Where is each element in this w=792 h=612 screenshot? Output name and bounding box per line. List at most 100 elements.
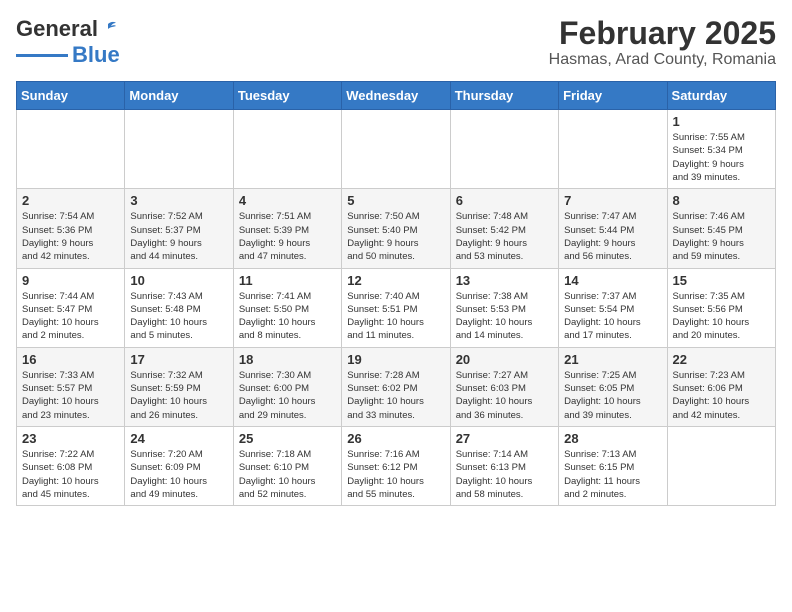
day-info: Sunrise: 7:38 AM Sunset: 5:53 PM Dayligh… xyxy=(456,290,553,343)
day-number: 10 xyxy=(130,273,227,288)
day-info: Sunrise: 7:48 AM Sunset: 5:42 PM Dayligh… xyxy=(456,210,553,263)
day-number: 20 xyxy=(456,352,553,367)
calendar-cell xyxy=(450,110,558,189)
calendar-cell: 6 Sunrise: 7:48 AM Sunset: 5:42 PM Daylig… xyxy=(450,189,558,268)
logo-underline xyxy=(16,54,68,57)
day-info: Sunrise: 7:16 AM Sunset: 6:12 PM Dayligh… xyxy=(347,448,444,501)
calendar-cell xyxy=(125,110,233,189)
day-info: Sunrise: 7:25 AM Sunset: 6:05 PM Dayligh… xyxy=(564,369,661,422)
day-number: 14 xyxy=(564,273,661,288)
calendar-cell: 8 Sunrise: 7:46 AM Sunset: 5:45 PM Daylig… xyxy=(667,189,775,268)
calendar-cell: 10 Sunrise: 7:43 AM Sunset: 5:48 PM Dayli… xyxy=(125,268,233,347)
day-number: 11 xyxy=(239,273,336,288)
calendar-cell: 22 Sunrise: 7:23 AM Sunset: 6:06 PM Dayli… xyxy=(667,347,775,426)
day-info: Sunrise: 7:22 AM Sunset: 6:08 PM Dayligh… xyxy=(22,448,119,501)
day-info: Sunrise: 7:52 AM Sunset: 5:37 PM Dayligh… xyxy=(130,210,227,263)
calendar-week-row: 23 Sunrise: 7:22 AM Sunset: 6:08 PM Dayli… xyxy=(17,426,776,505)
day-number: 22 xyxy=(673,352,770,367)
calendar-week-row: 16Sunrise: 7:33 AM Sunset: 5:57 PM Dayli… xyxy=(17,347,776,426)
page-header: General Blue February 2025 Hasmas, Arad … xyxy=(16,16,776,69)
calendar-cell: 27 Sunrise: 7:14 AM Sunset: 6:13 PM Dayli… xyxy=(450,426,558,505)
day-info: Sunrise: 7:27 AM Sunset: 6:03 PM Dayligh… xyxy=(456,369,553,422)
weekday-header-monday: Monday xyxy=(125,82,233,110)
calendar-cell: 12 Sunrise: 7:40 AM Sunset: 5:51 PM Dayli… xyxy=(342,268,450,347)
calendar-table: SundayMondayTuesdayWednesdayThursdayFrid… xyxy=(16,81,776,506)
day-info: Sunrise: 7:40 AM Sunset: 5:51 PM Dayligh… xyxy=(347,290,444,343)
calendar-cell: 24 Sunrise: 7:20 AM Sunset: 6:09 PM Dayli… xyxy=(125,426,233,505)
day-info: Sunrise: 7:32 AM Sunset: 5:59 PM Dayligh… xyxy=(130,369,227,422)
day-info: Sunrise: 7:46 AM Sunset: 5:45 PM Dayligh… xyxy=(673,210,770,263)
day-info: Sunrise: 7:37 AM Sunset: 5:54 PM Dayligh… xyxy=(564,290,661,343)
day-number: 5 xyxy=(347,193,444,208)
day-number: 19 xyxy=(347,352,444,367)
day-number: 23 xyxy=(22,431,119,446)
day-info: Sunrise: 7:13 AM Sunset: 6:15 PM Dayligh… xyxy=(564,448,661,501)
logo-bird-icon xyxy=(99,20,117,38)
day-info: Sunrise: 7:30 AM Sunset: 6:00 PM Dayligh… xyxy=(239,369,336,422)
calendar-cell: 20 Sunrise: 7:27 AM Sunset: 6:03 PM Dayli… xyxy=(450,347,558,426)
day-info: Sunrise: 7:18 AM Sunset: 6:10 PM Dayligh… xyxy=(239,448,336,501)
weekday-header-row: SundayMondayTuesdayWednesdayThursdayFrid… xyxy=(17,82,776,110)
calendar-cell: 16Sunrise: 7:33 AM Sunset: 5:57 PM Dayli… xyxy=(17,347,125,426)
day-number: 21 xyxy=(564,352,661,367)
day-number: 9 xyxy=(22,273,119,288)
weekday-header-thursday: Thursday xyxy=(450,82,558,110)
day-number: 6 xyxy=(456,193,553,208)
calendar-cell: 26Sunrise: 7:16 AM Sunset: 6:12 PM Dayli… xyxy=(342,426,450,505)
logo: General Blue xyxy=(16,16,120,68)
calendar-cell: 5 Sunrise: 7:50 AM Sunset: 5:40 PM Daylig… xyxy=(342,189,450,268)
calendar-cell xyxy=(559,110,667,189)
day-info: Sunrise: 7:28 AM Sunset: 6:02 PM Dayligh… xyxy=(347,369,444,422)
weekday-header-wednesday: Wednesday xyxy=(342,82,450,110)
calendar-cell xyxy=(233,110,341,189)
calendar-cell: 13 Sunrise: 7:38 AM Sunset: 5:53 PM Dayli… xyxy=(450,268,558,347)
day-number: 15 xyxy=(673,273,770,288)
calendar-cell: 28 Sunrise: 7:13 AM Sunset: 6:15 PM Dayli… xyxy=(559,426,667,505)
day-number: 17 xyxy=(130,352,227,367)
weekday-header-tuesday: Tuesday xyxy=(233,82,341,110)
calendar-cell: 17 Sunrise: 7:32 AM Sunset: 5:59 PM Dayli… xyxy=(125,347,233,426)
weekday-header-saturday: Saturday xyxy=(667,82,775,110)
day-info: Sunrise: 7:54 AM Sunset: 5:36 PM Dayligh… xyxy=(22,210,119,263)
day-number: 13 xyxy=(456,273,553,288)
day-info: Sunrise: 7:14 AM Sunset: 6:13 PM Dayligh… xyxy=(456,448,553,501)
calendar-cell: 23 Sunrise: 7:22 AM Sunset: 6:08 PM Dayli… xyxy=(17,426,125,505)
calendar-week-row: 2Sunrise: 7:54 AM Sunset: 5:36 PM Daylig… xyxy=(17,189,776,268)
location-title: Hasmas, Arad County, Romania xyxy=(549,51,776,69)
day-info: Sunrise: 7:41 AM Sunset: 5:50 PM Dayligh… xyxy=(239,290,336,343)
calendar-cell: 15 Sunrise: 7:35 AM Sunset: 5:56 PM Dayli… xyxy=(667,268,775,347)
day-info: Sunrise: 7:44 AM Sunset: 5:47 PM Dayligh… xyxy=(22,290,119,343)
logo-general: General xyxy=(16,16,98,42)
calendar-cell: 2Sunrise: 7:54 AM Sunset: 5:36 PM Daylig… xyxy=(17,189,125,268)
day-info: Sunrise: 7:20 AM Sunset: 6:09 PM Dayligh… xyxy=(130,448,227,501)
calendar-cell: 7 Sunrise: 7:47 AM Sunset: 5:44 PM Daylig… xyxy=(559,189,667,268)
calendar-week-row: 1Sunrise: 7:55 AM Sunset: 5:34 PM Daylig… xyxy=(17,110,776,189)
day-number: 12 xyxy=(347,273,444,288)
day-info: Sunrise: 7:47 AM Sunset: 5:44 PM Dayligh… xyxy=(564,210,661,263)
calendar-cell: 9 Sunrise: 7:44 AM Sunset: 5:47 PM Daylig… xyxy=(17,268,125,347)
weekday-header-sunday: Sunday xyxy=(17,82,125,110)
calendar-cell: 1Sunrise: 7:55 AM Sunset: 5:34 PM Daylig… xyxy=(667,110,775,189)
day-info: Sunrise: 7:35 AM Sunset: 5:56 PM Dayligh… xyxy=(673,290,770,343)
calendar-cell: 21 Sunrise: 7:25 AM Sunset: 6:05 PM Dayli… xyxy=(559,347,667,426)
day-info: Sunrise: 7:51 AM Sunset: 5:39 PM Dayligh… xyxy=(239,210,336,263)
day-number: 28 xyxy=(564,431,661,446)
day-number: 8 xyxy=(673,193,770,208)
day-info: Sunrise: 7:23 AM Sunset: 6:06 PM Dayligh… xyxy=(673,369,770,422)
calendar-cell xyxy=(342,110,450,189)
day-number: 4 xyxy=(239,193,336,208)
logo-blue: Blue xyxy=(72,42,120,68)
day-number: 1 xyxy=(673,114,770,129)
day-number: 18 xyxy=(239,352,336,367)
day-number: 7 xyxy=(564,193,661,208)
day-number: 3 xyxy=(130,193,227,208)
day-info: Sunrise: 7:50 AM Sunset: 5:40 PM Dayligh… xyxy=(347,210,444,263)
day-number: 16 xyxy=(22,352,119,367)
day-info: Sunrise: 7:43 AM Sunset: 5:48 PM Dayligh… xyxy=(130,290,227,343)
month-title: February 2025 xyxy=(549,16,776,51)
day-number: 27 xyxy=(456,431,553,446)
calendar-cell xyxy=(17,110,125,189)
weekday-header-friday: Friday xyxy=(559,82,667,110)
day-number: 24 xyxy=(130,431,227,446)
day-number: 25 xyxy=(239,431,336,446)
